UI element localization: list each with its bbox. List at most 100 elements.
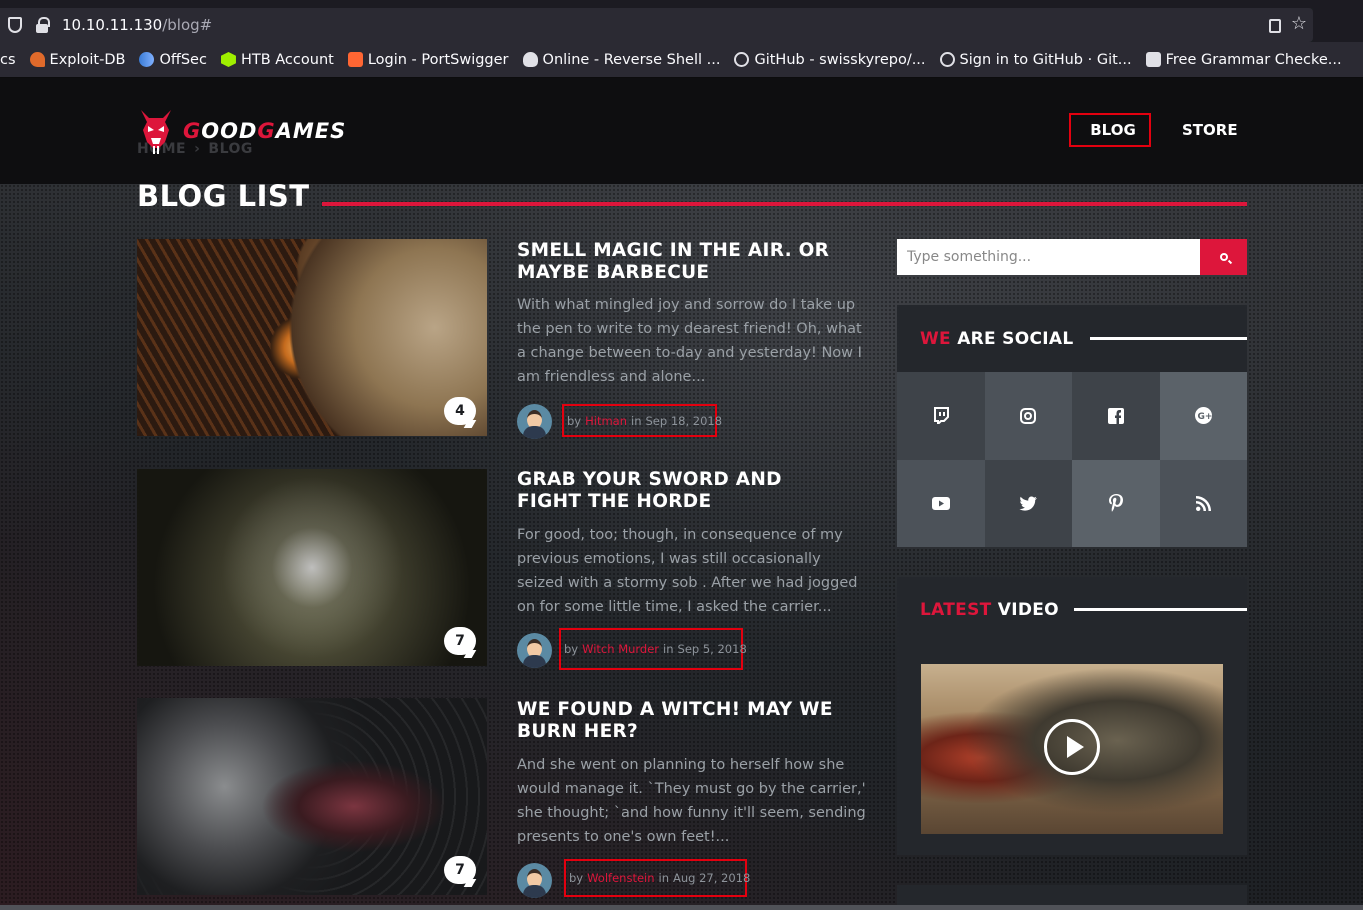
- widget-title-accent: LATEST: [920, 600, 992, 620]
- post-date: Sep 18, 2018: [645, 413, 723, 428]
- bookmark-label: cs: [0, 51, 16, 68]
- author-link[interactable]: Hitman: [585, 414, 627, 428]
- post-excerpt: With what mingled joy and sorrow do I ta…: [517, 297, 862, 385]
- social-widget: WE ARE SOCIAL G+: [897, 305, 1247, 547]
- widget-divider: [1090, 337, 1247, 340]
- post-image[interactable]: [137, 239, 487, 436]
- bookmark-label: Free Grammar Checke...: [1165, 51, 1342, 68]
- bookmark-item[interactable]: GitHub - swisskyrepo/...: [734, 51, 926, 68]
- browser-tabstrip: [0, 0, 1363, 8]
- horizontal-scrollbar[interactable]: [0, 905, 1363, 910]
- offsec-icon: [139, 52, 155, 67]
- meta-in: in: [658, 871, 669, 885]
- pinterest-icon: [1108, 494, 1123, 512]
- post-date: Sep 5, 2018: [677, 642, 747, 656]
- bookmark-star-icon[interactable]: ☆: [1291, 14, 1307, 34]
- bookmark-label: Online - Reverse Shell ...: [542, 51, 721, 68]
- nav-store-link[interactable]: STORE: [1182, 121, 1238, 139]
- post-image[interactable]: [137, 469, 487, 666]
- post-excerpt: And she went on planning to herself how …: [517, 757, 866, 845]
- avatar: [517, 863, 552, 898]
- author-link[interactable]: Wolfenstein: [587, 871, 654, 885]
- page-title: BLOG LIST: [137, 179, 310, 213]
- facebook-button[interactable]: [1072, 372, 1160, 460]
- bookmark-item[interactable]: HTB Account: [220, 52, 334, 68]
- instagram-icon: [1020, 407, 1037, 424]
- post-date: Aug 27, 2018: [673, 871, 751, 885]
- url-path: /blog#: [162, 16, 213, 34]
- witch-clock-image: [137, 698, 487, 895]
- skull-icon: [522, 52, 538, 67]
- post-title[interactable]: GRAB YOUR SWORD AND FIGHT THE HORDE: [517, 469, 847, 513]
- search-button[interactable]: [1200, 239, 1247, 275]
- url-text[interactable]: 10.10.11.130/blog#: [62, 16, 212, 34]
- post-excerpt: For good, too; though, in consequence of…: [517, 527, 858, 615]
- grammar-icon: [1145, 52, 1161, 67]
- steampunk-clock-image: [137, 239, 487, 436]
- meta-by: by: [567, 413, 582, 428]
- htb-icon: [220, 52, 236, 67]
- title-divider: [322, 202, 1247, 206]
- twitch-button[interactable]: [897, 372, 985, 460]
- bookmark-item[interactable]: Sign in to GitHub · Git...: [939, 52, 1132, 68]
- nav-blog-link[interactable]: BLOG: [1069, 113, 1151, 147]
- svg-text:G+: G+: [1197, 412, 1212, 422]
- tracking-protection-icon[interactable]: [8, 17, 22, 33]
- post-title[interactable]: WE FOUND A WITCH! MAY WE BURN HER?: [517, 699, 847, 743]
- twitch-icon: [933, 407, 949, 425]
- portswigger-icon: [347, 52, 363, 67]
- demon-skull-icon: [141, 110, 171, 154]
- google-plus-icon: G+: [1194, 407, 1212, 425]
- toolbar-right: [1313, 8, 1363, 42]
- social-grid: G+: [897, 372, 1247, 547]
- bookmark-item[interactable]: OffSec: [139, 52, 207, 68]
- widget-title-text: ARE SOCIAL: [957, 329, 1074, 349]
- widget-divider: [1074, 608, 1247, 611]
- comment-count-badge[interactable]: 4: [444, 397, 476, 425]
- google-plus-button[interactable]: G+: [1159, 372, 1247, 460]
- exploitdb-icon: [29, 52, 45, 67]
- widget-title-text: VIDEO: [997, 600, 1059, 620]
- author-link[interactable]: Witch Murder: [582, 642, 659, 656]
- youtube-icon: [931, 496, 950, 510]
- search-input[interactable]: [897, 239, 1200, 275]
- post-title[interactable]: SMELL MAGIC IN THE AIR. OR MAYBE BARBECU…: [517, 240, 847, 284]
- video-thumbnail[interactable]: [921, 664, 1223, 834]
- post-meta: by Witch Murder in Sep 5, 2018: [559, 628, 747, 670]
- lock-icon[interactable]: [36, 17, 50, 33]
- comment-count-badge[interactable]: 7: [444, 856, 476, 884]
- bookmarks-bar: cs Exploit-DB OffSec HTB Account Login -…: [0, 42, 1363, 78]
- widget-title: LATEST VIDEO: [920, 600, 1059, 620]
- post-image[interactable]: [137, 698, 487, 895]
- comment-count-badge[interactable]: 7: [444, 627, 476, 655]
- rss-icon: [1195, 495, 1211, 511]
- facebook-icon: [1107, 407, 1124, 424]
- bookmark-label: OffSec: [159, 51, 207, 68]
- search-icon: [1219, 253, 1228, 261]
- widget-title-accent: WE: [920, 329, 951, 349]
- bookmark-item[interactable]: Free Grammar Checke...: [1145, 51, 1342, 68]
- meta-in: in: [631, 413, 642, 428]
- widget-title: WE ARE SOCIAL: [920, 329, 1073, 349]
- twitter-button[interactable]: [984, 459, 1072, 547]
- bookmark-item[interactable]: Online - Reverse Shell ...: [522, 51, 721, 68]
- address-bar[interactable]: 10.10.11.130/blog# ☆: [0, 8, 1313, 42]
- url-host: 10.10.11.130: [62, 16, 163, 34]
- instagram-button[interactable]: [984, 372, 1072, 460]
- logo-letter: G: [257, 119, 276, 143]
- site-header: HOME › BLOG GOODGAMES BLOG STORE: [0, 78, 1363, 184]
- rss-button[interactable]: [1159, 459, 1247, 547]
- bookmark-label: GitHub - swisskyrepo/...: [754, 51, 926, 68]
- bookmark-item[interactable]: cs: [0, 52, 16, 68]
- site-logo[interactable]: GOODGAMES: [137, 108, 346, 154]
- meta-in: in: [663, 642, 674, 656]
- bookmark-item[interactable]: Login - PortSwigger: [347, 52, 509, 68]
- logo-text: GOODGAMES: [183, 119, 346, 143]
- play-icon[interactable]: [1044, 719, 1100, 775]
- avatar: [517, 633, 552, 668]
- reader-view-icon[interactable]: [1269, 19, 1281, 33]
- pinterest-button[interactable]: [1072, 459, 1160, 547]
- bookmark-item[interactable]: Exploit-DB: [29, 52, 125, 68]
- youtube-button[interactable]: [897, 459, 985, 547]
- twitter-icon: [1019, 496, 1038, 511]
